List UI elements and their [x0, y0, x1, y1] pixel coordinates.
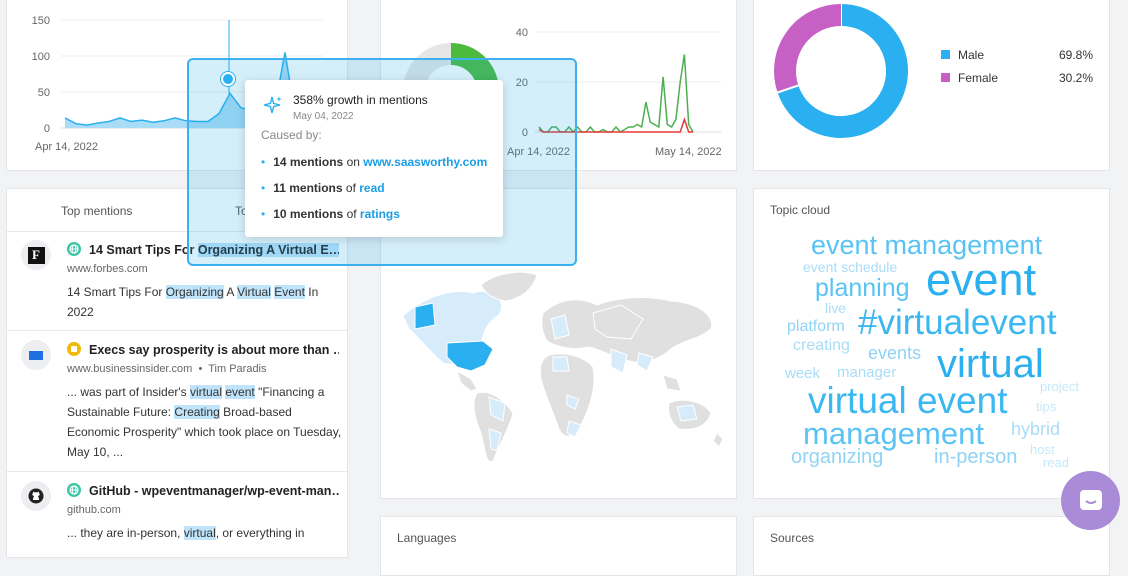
chat-icon [1079, 489, 1102, 510]
growth-tooltip: 358% growth in mentions May 04, 2022 Cau… [245, 80, 503, 237]
forbes-logo: F [21, 240, 51, 270]
topic-word[interactable]: virtual [937, 344, 1044, 384]
topic-word[interactable]: #virtualevent [858, 305, 1056, 340]
cause-link[interactable]: read [359, 181, 384, 195]
gender-donut [774, 4, 908, 138]
y-tick-0: 0 [44, 123, 50, 135]
tooltip-date: May 04, 2022 [293, 111, 354, 122]
sources-title: Sources [770, 531, 815, 545]
topic-word[interactable]: planning [815, 276, 910, 301]
mention-excerpt: ... was part of Insider's virtual event … [67, 385, 342, 459]
languages-card: Languages [380, 516, 737, 576]
y-tick-40: 40 [516, 27, 528, 39]
x-start-label: Apr 14, 2022 [35, 141, 98, 153]
topic-word[interactable]: tips [1036, 400, 1056, 413]
github-logo [21, 481, 51, 511]
cause-link[interactable]: www.saasworthy.com [363, 155, 487, 169]
sources-card: Sources [753, 516, 1110, 576]
mention-author: Tim Paradis [208, 363, 267, 375]
male-value: 69.8% [1058, 48, 1093, 62]
mention-item[interactable]: Execs say prosperity is about more than … [7, 332, 347, 472]
topic-cloud-title: Topic cloud [770, 203, 831, 217]
tooltip-title: 358% growth in mentions [293, 93, 428, 107]
topic-word[interactable]: organizing [791, 447, 883, 467]
topic-word[interactable]: event schedule [803, 260, 897, 274]
sparkle-icon [263, 96, 282, 114]
topic-word[interactable]: manager [837, 365, 896, 380]
businessinsider-logo [21, 340, 51, 370]
topic-word[interactable]: virtual event [808, 382, 1008, 419]
cause-item: • 14 mentions on www.saasworthy.com [261, 155, 488, 169]
topic-word[interactable]: platform [787, 319, 845, 335]
y-tick-50: 50 [38, 87, 50, 99]
topic-cloud-card: Topic cloud event management event sched… [753, 188, 1110, 499]
globe-icon [67, 483, 81, 497]
legend-female: Female 30.2% [941, 71, 1093, 85]
topic-word[interactable]: management [803, 418, 984, 449]
female-value: 30.2% [1058, 71, 1093, 85]
cause-link[interactable]: ratings [360, 207, 400, 221]
x-end-label: May 14, 2022 [655, 146, 722, 158]
gender-slice-female [774, 4, 842, 93]
cause-item: • 10 mentions of ratings [261, 207, 400, 221]
globe-icon [67, 242, 81, 256]
news-icon [67, 342, 81, 356]
topic-word[interactable]: live [825, 301, 846, 315]
languages-title: Languages [397, 531, 457, 545]
topic-word[interactable]: read [1043, 456, 1069, 469]
y-tick-100: 100 [32, 51, 50, 63]
mention-source[interactable]: www.businessinsider.com • Tim Paradis [67, 363, 267, 375]
mention-item[interactable]: GitHub - wpeventmanager/wp-event-man… gi… [7, 473, 347, 557]
mention-title[interactable]: Execs say prosperity is about more than … [67, 342, 339, 357]
male-swatch [941, 50, 950, 59]
mention-excerpt: 14 Smart Tips For Organizing A Virtual E… [67, 285, 319, 319]
mention-title[interactable]: GitHub - wpeventmanager/wp-event-man… [67, 483, 339, 498]
mention-source[interactable]: github.com [67, 504, 121, 516]
mention-excerpt: ... they are in-person, virtual, or ever… [67, 526, 305, 540]
female-swatch [941, 73, 950, 82]
top-mentions-header[interactable]: Top mentions [61, 204, 132, 218]
topic-word[interactable]: creating [793, 338, 850, 354]
mention-source[interactable]: www.forbes.com [67, 263, 148, 275]
topic-word[interactable]: event [926, 257, 1036, 302]
legend-male: Male 69.8% [941, 48, 1093, 62]
topic-word[interactable]: project [1040, 380, 1079, 393]
y-tick-150: 150 [32, 15, 50, 27]
topic-word[interactable]: hybrid [1011, 420, 1060, 438]
caused-by-label: Caused by: [261, 128, 322, 142]
cause-item: • 11 mentions of read [261, 181, 385, 195]
gender-card: Male 69.8% Female 30.2% [753, 0, 1110, 171]
topic-word[interactable]: in-person [934, 447, 1017, 467]
topic-word[interactable]: events [868, 344, 921, 362]
topic-word[interactable]: week [785, 366, 820, 381]
chat-launcher-button[interactable] [1061, 471, 1120, 530]
chart-hover-marker [221, 72, 235, 86]
